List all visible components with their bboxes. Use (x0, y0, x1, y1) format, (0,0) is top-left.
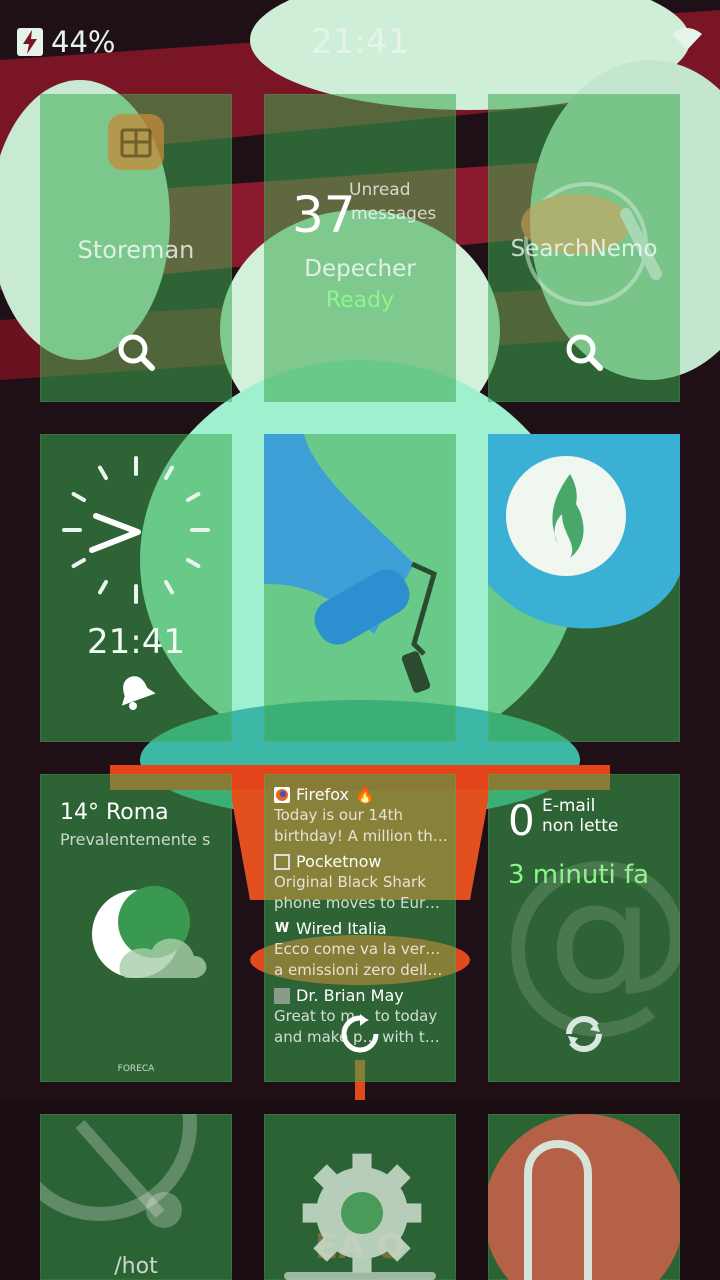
feed-source: Pocketnow (296, 852, 382, 871)
gear-icon (292, 1146, 432, 1280)
email-label-2: non lette (542, 816, 619, 836)
feed-text: phone moves to Europ… (274, 894, 448, 912)
search-icon[interactable] (116, 332, 156, 376)
alarm-bell-icon[interactable] (116, 672, 156, 716)
unread-label-1: Unread (349, 180, 411, 200)
unread-label-2: messages (351, 204, 437, 224)
paint-roller-icon (264, 434, 456, 742)
tile-weather[interactable]: 14° Roma Prevalentemente s FORECA (40, 774, 232, 1082)
tile-email[interactable]: @ 0 E-mail non lette 3 minuti fa (488, 774, 680, 1082)
pocketnow-icon (274, 853, 290, 870)
feed-text: Ecco come va la versione (274, 940, 448, 958)
avatar (274, 987, 290, 1004)
depecher-name: Depecher (304, 256, 416, 282)
searchnemo-label: SearchNemo (510, 236, 658, 262)
email-unread-count: 0 (508, 796, 535, 845)
hot-label: /hot (114, 1254, 158, 1279)
tile-depecher[interactable]: 37 Unread messages Depecher Ready (264, 94, 456, 402)
feed-text: Original Black Shark (274, 873, 426, 891)
moon-cloud-icon (76, 874, 216, 998)
refresh-icon[interactable] (340, 1014, 380, 1058)
unread-count: 37 (292, 186, 356, 244)
weather-title: 14° Roma (60, 800, 169, 825)
fire-icon: 🔥 (354, 785, 375, 804)
weather-provider: FORECA (117, 1064, 155, 1074)
wifi-icon (672, 28, 702, 54)
tile-storeman[interactable]: Storeman (40, 94, 232, 402)
status-clock: 21:41 (311, 22, 409, 62)
feed-text: Today is our 14th (274, 806, 403, 824)
feed-source: Dr. Brian May (296, 986, 404, 1005)
paperclip-icon (488, 1114, 680, 1280)
tile-paperclip-app[interactable] (488, 1114, 680, 1280)
feed-text: birthday! A million than… (274, 827, 448, 845)
firefox-icon (274, 786, 290, 803)
feed-source: Wired Italia (296, 919, 387, 938)
feed-text: a emissioni zero dell… (274, 961, 443, 979)
search-icon[interactable] (564, 332, 604, 376)
refresh-icon[interactable] (564, 1014, 604, 1058)
feed-item[interactable]: W Wired Italia Ecco come va la versione … (274, 918, 448, 981)
feed-item[interactable]: Firefox 🔥 Today is our 14th birthday! A … (274, 784, 448, 847)
tile-flame-app[interactable] (488, 434, 680, 742)
email-label-1: E-mail (542, 796, 596, 816)
storeman-label: Storeman (77, 236, 195, 264)
weather-condition: Prevalentemente s (60, 830, 211, 849)
flame-app-icon (488, 434, 680, 742)
feed-item[interactable]: Pocketnow Original Black Shark phone mov… (274, 851, 448, 914)
tile-settings[interactable] (264, 1114, 456, 1280)
clock-digital-time: 21:41 (87, 622, 185, 662)
tile-hot[interactable]: /hot (40, 1114, 232, 1280)
tile-searchnemo[interactable]: SearchNemo (488, 94, 680, 402)
wired-icon: W (274, 920, 290, 936)
tile-clock[interactable]: 21:41 (40, 434, 232, 742)
home-indicator (284, 1272, 436, 1280)
storeman-app-icon (108, 114, 164, 170)
depecher-status: Ready (325, 288, 395, 313)
feed-source: Firefox (296, 785, 349, 804)
tile-paint-app[interactable] (264, 434, 456, 742)
analog-clock-face (60, 454, 212, 610)
status-bar: 44% 21:41 (0, 0, 720, 80)
tile-news-feed[interactable]: Firefox 🔥 Today is our 14th birthday! A … (264, 774, 456, 1082)
email-last-update: 3 minuti fa (508, 860, 650, 890)
